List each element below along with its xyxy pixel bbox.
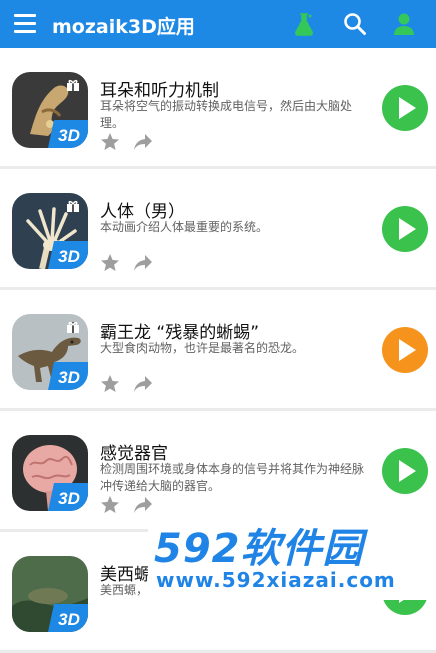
gift-icon — [67, 321, 79, 333]
list-item[interactable]: 3D 霸王龙 “残暴的蜥蜴” 大型食肉动物，也许是最著名的恐龙。 — [0, 290, 436, 408]
3d-badge: 3D — [48, 241, 88, 269]
svg-text:3D: 3D — [58, 368, 80, 387]
list-item[interactable]: 3D 人体（男） 本动画介绍人体最重要的系统。 — [0, 169, 436, 287]
menu-icon[interactable] — [14, 14, 36, 34]
gift-icon — [67, 79, 79, 91]
svg-text:3D: 3D — [58, 489, 80, 508]
watermark: 592软件园 www.592xiazai.com — [148, 510, 436, 600]
star-icon[interactable] — [100, 132, 120, 152]
svg-text:3D: 3D — [58, 610, 80, 629]
lab-flask-icon[interactable] — [290, 10, 318, 38]
app-thumbnail: 3D — [12, 556, 88, 632]
play-button[interactable] — [382, 448, 428, 494]
3d-badge: 3D — [48, 604, 88, 632]
star-icon[interactable] — [100, 374, 120, 394]
svg-text:3D: 3D — [58, 247, 80, 266]
search-icon[interactable] — [341, 10, 369, 38]
list-item[interactable]: 3D 耳朵和听力机制 耳朵将空气的振动转换成电信号，然后由大脑处理。 — [0, 48, 436, 166]
watermark-url: www.592xiazai.com — [156, 568, 396, 592]
3d-badge: 3D — [48, 120, 88, 148]
app-thumbnail: 3D — [12, 314, 88, 390]
app-thumbnail: 3D — [12, 72, 88, 148]
item-description: 大型食肉动物，也许是最著名的恐龙。 — [100, 341, 305, 355]
share-icon[interactable] — [133, 375, 153, 393]
share-icon[interactable] — [133, 133, 153, 151]
svg-text:3D: 3D — [58, 126, 80, 145]
play-button[interactable] — [382, 206, 428, 252]
app-thumbnail: 3D — [12, 193, 88, 269]
star-icon[interactable] — [100, 495, 120, 515]
item-description: 耳朵将空气的振动转换成电信号，然后由大脑处理。 — [100, 99, 353, 130]
3d-badge: 3D — [48, 362, 88, 390]
share-icon[interactable] — [133, 254, 153, 272]
app-thumbnail: 3D — [12, 435, 88, 511]
account-icon[interactable] — [390, 10, 418, 38]
app-title: mozaik3D应用 — [52, 16, 195, 38]
watermark-logo: 592软件园 — [154, 526, 364, 572]
play-button[interactable] — [382, 327, 428, 373]
item-description: 检测周围环境或身体本身的信号并将其作为神经脉冲传递给大脑的器官。 — [100, 462, 365, 493]
gift-icon — [67, 200, 79, 212]
star-icon[interactable] — [100, 253, 120, 273]
app-bar: mozaik3D应用 — [0, 0, 436, 48]
play-button[interactable] — [382, 85, 428, 131]
item-description: 本动画介绍人体最重要的系统。 — [100, 220, 269, 234]
3d-badge: 3D — [48, 483, 88, 511]
